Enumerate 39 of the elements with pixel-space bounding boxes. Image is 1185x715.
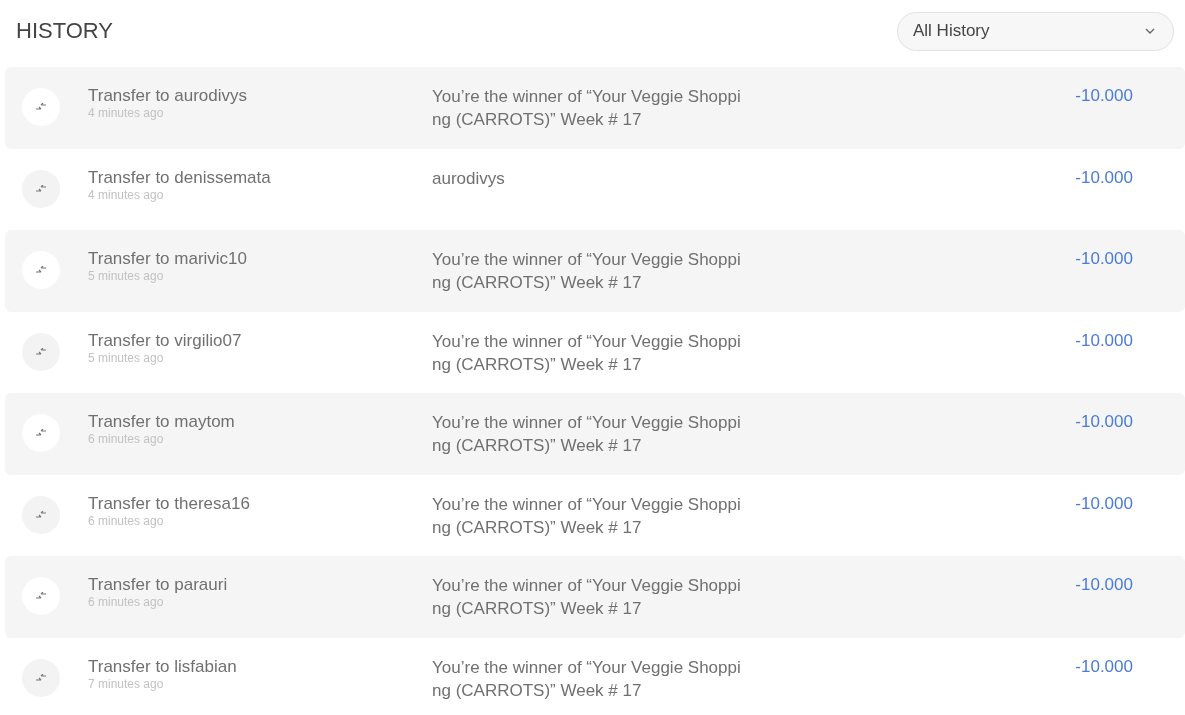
page-title: HISTORY — [16, 18, 113, 44]
transaction-memo: You’re the winner of “Your Veggie Shoppi ng (CARROTS)” Week # 17 — [432, 412, 741, 457]
transaction-name: Transfer to marivic10 — [88, 248, 249, 269]
transaction-memo: You’re the winner of “Your Veggie Shoppi ng (CARROTS)” Week # 17 — [432, 493, 741, 539]
transaction-time: 7 minutes ago — [88, 676, 165, 691]
transaction-time: 5 minutes ago — [88, 350, 165, 365]
transaction-amount: -10.000 — [1074, 166, 1134, 188]
transaction-amount: -10.000 — [1074, 492, 1134, 514]
transaction-memo: You’re the winner of “Your Veggie Shoppi ng (CARROTS)” Week # 17 — [432, 656, 741, 702]
transaction-memo: You’re the winner of “Your Veggie Shoppi ng (CARROTS)” Week # 17 — [432, 86, 741, 131]
transaction-name: Transfer to aurodivys — [88, 85, 249, 106]
transfer-icon — [22, 658, 60, 697]
transaction-name: Transfer to virgilio07 — [88, 329, 243, 351]
transaction-amount: -10.000 — [1074, 411, 1134, 432]
transaction-time: 4 minutes ago — [88, 187, 165, 202]
transfer-icon — [22, 332, 60, 371]
transfer-icon — [22, 251, 60, 289]
transfer-icon — [22, 495, 60, 534]
transaction-memo: You’re the winner of “Your Veggie Shoppi ng (CARROTS)” Week # 17 — [432, 249, 741, 294]
transaction-name: Transfer to lisfabian — [88, 655, 238, 677]
transaction-amount: -10.000 — [1074, 329, 1134, 351]
transaction-name: Transfer to parauri — [88, 574, 229, 595]
transaction-time: 6 minutes ago — [88, 513, 165, 528]
transaction-name: Transfer to maytom — [88, 411, 236, 432]
transfer-icon — [22, 577, 60, 615]
transfer-icon — [22, 169, 60, 208]
transaction-amount: -10.000 — [1074, 655, 1134, 677]
transaction-memo: aurodivys — [432, 167, 505, 190]
transaction-name: Transfer to denissemata — [88, 166, 272, 188]
transaction-name: Transfer to theresa16 — [88, 492, 251, 514]
transaction-amount: -10.000 — [1074, 248, 1134, 269]
transfer-icon — [22, 414, 60, 452]
history-filter-dropdown[interactable]: All History — [897, 11, 1174, 51]
transfer-icon — [22, 88, 60, 126]
transaction-memo: You’re the winner of “Your Veggie Shoppi ng (CARROTS)” Week # 17 — [432, 575, 741, 620]
transaction-memo: You’re the winner of “Your Veggie Shoppi ng (CARROTS)” Week # 17 — [432, 330, 741, 376]
transaction-amount: -10.000 — [1074, 574, 1134, 595]
chevron-down-icon — [1145, 28, 1155, 34]
transaction-amount: -10.000 — [1074, 85, 1134, 106]
